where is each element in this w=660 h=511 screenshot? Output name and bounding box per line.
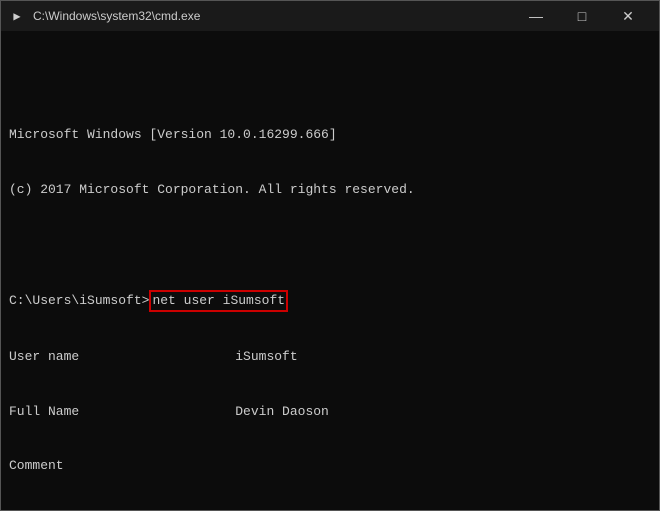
line-3: [9, 235, 651, 253]
line-7: Comment: [9, 457, 651, 475]
command-highlight: net user iSumsoft: [149, 290, 288, 312]
line-1: Microsoft Windows [Version 10.0.16299.66…: [9, 126, 651, 144]
console-content: Microsoft Windows [Version 10.0.16299.66…: [9, 71, 651, 510]
line-2: (c) 2017 Microsoft Corporation. All righ…: [9, 181, 651, 199]
line-4: C:\Users\iSumsoft>net user iSumsoft: [9, 290, 651, 312]
title-bar: ▶ C:\Windows\system32\cmd.exe — □ ✕: [1, 1, 659, 31]
line-6: Full Name Devin Daoson: [9, 403, 651, 421]
window-title: C:\Windows\system32\cmd.exe: [33, 9, 200, 23]
maximize-button[interactable]: □: [559, 1, 605, 31]
line-5: User name iSumsoft: [9, 348, 651, 366]
cmd-window: ▶ C:\Windows\system32\cmd.exe — □ ✕ Micr…: [0, 0, 660, 511]
console-area: Microsoft Windows [Version 10.0.16299.66…: [1, 31, 659, 510]
minimize-button[interactable]: —: [513, 1, 559, 31]
window-controls: — □ ✕: [513, 1, 651, 31]
close-button[interactable]: ✕: [605, 1, 651, 31]
cmd-icon: ▶: [9, 8, 25, 24]
title-bar-left: ▶ C:\Windows\system32\cmd.exe: [9, 8, 200, 24]
